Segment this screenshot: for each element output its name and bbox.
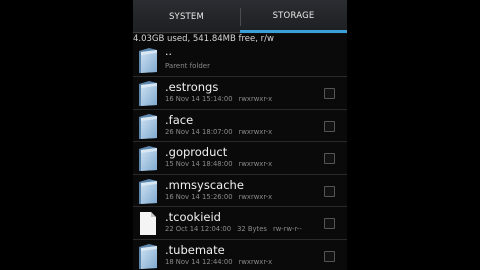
file-permissions: rw-rw-r--	[272, 225, 302, 233]
file-name: .tubemate	[165, 242, 225, 257]
right-letterbox	[347, 0, 480, 270]
file-permissions: rwxrwxr-x	[238, 257, 273, 266]
select-checkbox[interactable]	[324, 153, 335, 164]
tab-bar: SYSTEM STORAGE	[133, 0, 347, 34]
file-meta: 26 Nov 14 18:07:00 rwxrwxr-x	[165, 128, 278, 137]
file-row[interactable]: .mmsyscache 16 Nov 14 15:26:00 rwxrwxr-x	[133, 175, 347, 207]
file-date: 18 Nov 14 12:44:00	[165, 257, 233, 266]
folder-icon	[139, 178, 157, 204]
folder-icon	[139, 243, 157, 269]
file-name: .face	[165, 112, 194, 127]
file-meta: 16 Nov 14 15:26:00 rwxrwxr-x	[165, 193, 278, 202]
folder-icon	[139, 48, 157, 73]
file-date: 26 Nov 14 18:07:00	[165, 127, 233, 136]
left-letterbox	[0, 0, 133, 270]
file-name: .tcookieid	[165, 210, 221, 224]
file-meta: 18 Nov 14 12:44:00 rwxrwxr-x	[165, 258, 278, 267]
parent-folder-label: Parent folder	[165, 62, 210, 70]
file-row[interactable]: .face 26 Nov 14 18:07:00 rwxrwxr-x	[133, 110, 347, 142]
file-manager-screen: SYSTEM STORAGE 4.03GB used, 541.84MB fre…	[133, 0, 347, 270]
file-row[interactable]: .goproduct 15 Nov 14 18:48:00 rwxrwxr-x	[133, 142, 347, 175]
file-meta: 16 Nov 14 15:14:00 rwxrwxr-x	[165, 95, 278, 104]
file-row[interactable]: .tcookieid 22 Oct 14 12:04:00 32 Bytes rw-…	[133, 207, 347, 240]
file-meta: 22 Oct 14 12:04:00 32 Bytes rw-rw-r--	[165, 225, 308, 234]
file-name: .estrongs	[165, 80, 219, 94]
file-date: 16 Nov 14 15:14:00	[165, 95, 233, 103]
parent-folder-row[interactable]: .. Parent folder	[133, 44, 347, 77]
select-checkbox[interactable]	[324, 250, 335, 262]
parent-folder-name: ..	[165, 45, 172, 58]
file-list: .. Parent folder .estrongs 16 Nov 14 15:…	[133, 44, 347, 270]
file-name: .mmsyscache	[165, 177, 244, 192]
file-row[interactable]: .estrongs 16 Nov 14 15:14:00 rwxrwxr-x	[133, 77, 347, 110]
folder-icon	[139, 146, 157, 171]
file-row[interactable]: .tubemate 18 Nov 14 12:44:00 rwxrwxr-x	[133, 240, 347, 270]
file-meta: 15 Nov 14 18:48:00 rwxrwxr-x	[165, 160, 278, 169]
folder-icon	[139, 113, 157, 139]
folder-icon	[139, 81, 157, 106]
file-size: 32 Bytes	[237, 225, 267, 233]
file-name: .goproduct	[165, 145, 228, 159]
select-checkbox[interactable]	[324, 88, 335, 99]
file-date: 22 Oct 14 12:04:00	[165, 225, 232, 233]
tab-divider	[240, 8, 241, 26]
tab-storage[interactable]: STORAGE	[240, 0, 347, 33]
file-date: 16 Nov 14 15:26:00	[165, 192, 233, 201]
file-permissions: rwxrwxr-x	[238, 127, 273, 136]
select-checkbox[interactable]	[324, 218, 335, 229]
tab-system[interactable]: SYSTEM	[133, 0, 240, 33]
select-checkbox[interactable]	[324, 120, 335, 132]
file-permissions: rwxrwxr-x	[238, 160, 273, 168]
file-permissions: rwxrwxr-x	[238, 192, 273, 201]
storage-status: 4.03GB used, 541.84MB free, r/w	[133, 34, 274, 44]
file-permissions: rwxrwxr-x	[238, 95, 273, 103]
select-checkbox[interactable]	[324, 185, 335, 197]
file-date: 15 Nov 14 18:48:00	[165, 160, 233, 168]
file-icon	[140, 212, 156, 235]
